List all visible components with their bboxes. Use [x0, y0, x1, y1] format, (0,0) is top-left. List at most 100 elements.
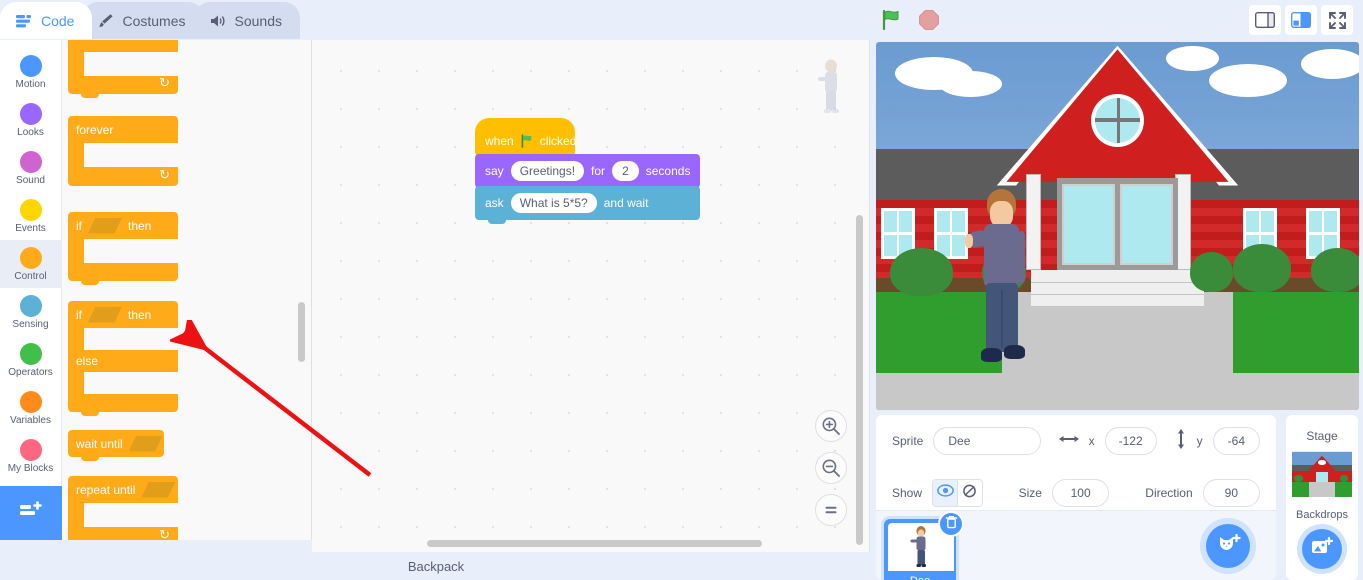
stage-backdrop	[876, 42, 1359, 410]
stage-selector[interactable]: Stage Backdrops	[1286, 415, 1358, 580]
steps	[1031, 270, 1205, 307]
script-stack[interactable]: when clicked say Greetings! for 2 second…	[475, 118, 700, 220]
stage-size-controls	[1249, 5, 1353, 35]
show-label: Show	[892, 486, 922, 500]
backdrops-label: Backdrops	[1286, 509, 1358, 521]
workspace-zoom-controls	[815, 410, 847, 526]
direction-input[interactable]: 90	[1203, 479, 1260, 507]
sprite-info-row-1: Sprite Dee x -122 y -64	[876, 415, 1276, 467]
category-my-blocks[interactable]: My Blocks	[0, 432, 61, 480]
category-control[interactable]: Control	[0, 240, 61, 288]
say-seconds-input[interactable]: 2	[612, 161, 639, 181]
boolean-slot[interactable]	[88, 218, 122, 234]
sprite-name-label: Sprite	[892, 434, 923, 448]
zoom-reset-button[interactable]	[815, 494, 847, 526]
category-operators[interactable]: Operators	[0, 336, 61, 384]
cloud-icon	[1209, 64, 1286, 97]
add-backdrop-button[interactable]	[1302, 529, 1342, 569]
block-palette-content: repeat 10 ↻ forever	[62, 40, 312, 540]
block-label-else: else	[76, 354, 98, 368]
category-label: Events	[15, 223, 46, 234]
stage-sprite-dee[interactable]	[975, 189, 1028, 362]
category-variables[interactable]: Variables	[0, 384, 61, 432]
green-flag-button[interactable]	[878, 7, 904, 33]
scratch-editor: Code Costumes	[0, 0, 1363, 580]
x-label: x	[1089, 434, 1095, 448]
show-off-button[interactable]	[957, 480, 981, 506]
category-events[interactable]: Events	[0, 192, 61, 240]
cloud-icon	[1166, 46, 1219, 72]
y-position-icon	[1175, 429, 1187, 454]
editor-tabs: Code Costumes	[0, 2, 290, 39]
backpack-bar[interactable]: Backpack	[0, 552, 872, 580]
category-looks[interactable]: Looks	[0, 96, 61, 144]
sprite-item-dee[interactable]: Dee	[884, 519, 956, 580]
stop-button[interactable]	[916, 7, 942, 33]
category-label: Motion	[15, 79, 45, 90]
tab-sounds[interactable]: Sounds	[194, 2, 300, 39]
category-color-dot	[20, 391, 42, 413]
tab-code[interactable]: Code	[0, 2, 92, 39]
direction-label: Direction	[1145, 486, 1192, 500]
code-workspace[interactable]: when clicked say Greetings! for 2 second…	[312, 40, 870, 552]
block-when-green-flag-clicked[interactable]: when clicked	[475, 118, 575, 156]
category-sensing[interactable]: Sensing	[0, 288, 61, 336]
y-position-input[interactable]: -64	[1213, 427, 1260, 455]
block-label-and-wait: and wait	[604, 196, 649, 210]
palette-block-repeat[interactable]: repeat 10 ↻	[68, 40, 178, 94]
size-input[interactable]: 100	[1052, 479, 1109, 507]
large-stage-button[interactable]	[1285, 5, 1317, 35]
palette-block-if-then-else[interactable]: if then else	[68, 301, 178, 412]
zoom-out-button[interactable]	[815, 452, 847, 484]
code-icon	[16, 14, 33, 28]
stage-area[interactable]	[876, 42, 1359, 410]
block-label-seconds: seconds	[646, 164, 691, 178]
say-message-input[interactable]: Greetings!	[511, 161, 584, 181]
sprite-name-input[interactable]: Dee	[933, 427, 1040, 455]
block-ask-and-wait[interactable]: ask What is 5*5? and wait	[475, 186, 700, 220]
category-color-dot	[20, 103, 42, 125]
boolean-slot[interactable]	[129, 436, 163, 452]
block-label-ask: ask	[485, 196, 504, 210]
palette-block-forever[interactable]: forever ↻	[68, 116, 178, 186]
palette-scrollbar[interactable]	[298, 302, 305, 362]
cloud-icon	[939, 71, 1002, 97]
loop-arrow-icon: ↻	[159, 75, 170, 91]
y-label: y	[1197, 434, 1203, 448]
workspace-vertical-scrollbar[interactable]	[856, 215, 863, 545]
block-palette[interactable]: repeat 10 ↻ forever	[62, 40, 312, 540]
boolean-slot[interactable]	[141, 482, 175, 498]
stage-backdrop-thumbnail[interactable]	[1292, 451, 1352, 497]
palette-block-repeat-until[interactable]: repeat until ↻	[68, 476, 178, 540]
zoom-in-button[interactable]	[815, 410, 847, 442]
run-controls	[878, 7, 942, 33]
category-motion[interactable]: Motion	[0, 48, 61, 96]
category-color-dot	[20, 295, 42, 317]
boolean-slot[interactable]	[88, 307, 122, 323]
block-say-for-seconds[interactable]: say Greetings! for 2 seconds	[475, 154, 700, 188]
fullscreen-button[interactable]	[1321, 5, 1353, 35]
add-sprite-button[interactable]	[1206, 524, 1250, 568]
tab-costumes[interactable]: Costumes	[82, 2, 203, 39]
palette-block-wait-until[interactable]: wait until	[68, 430, 164, 457]
workspace-horizontal-scrollbar[interactable]	[427, 540, 762, 547]
eye-crossed-icon	[961, 484, 978, 503]
door-pane	[1062, 184, 1115, 265]
category-sound[interactable]: Sound	[0, 144, 61, 192]
add-extension-button[interactable]	[0, 486, 62, 540]
ask-question-input[interactable]: What is 5*5?	[511, 193, 597, 213]
loop-arrow-icon: ↻	[159, 167, 170, 183]
speaker-icon	[210, 14, 227, 28]
backpack-label: Backpack	[408, 559, 464, 574]
category-color-dot	[20, 55, 42, 77]
show-on-button[interactable]	[933, 480, 957, 506]
delete-sprite-button[interactable]	[938, 511, 964, 537]
category-label: Operators	[8, 367, 52, 378]
palette-block-if-then[interactable]: if then	[68, 212, 178, 281]
block-label-when: when	[485, 134, 514, 148]
school-doors	[1057, 178, 1178, 270]
bush	[1233, 244, 1291, 292]
category-color-dot	[20, 199, 42, 221]
x-position-input[interactable]: -122	[1105, 427, 1157, 455]
small-stage-button[interactable]	[1249, 5, 1281, 35]
